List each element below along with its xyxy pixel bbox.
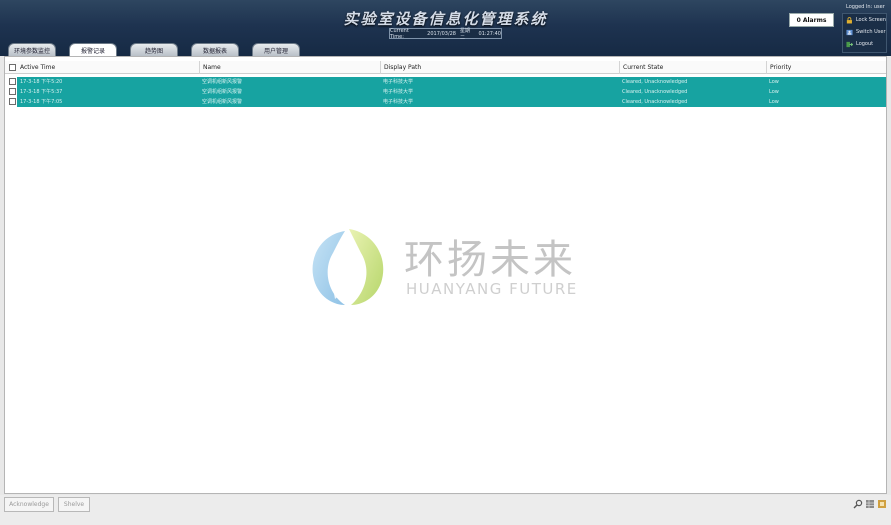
tab-trend-chart[interactable]: 趋势图 (130, 43, 178, 56)
tab-alarm-records[interactable]: 报警记录 (69, 43, 117, 57)
logout-button[interactable]: Logout (843, 38, 886, 50)
acknowledge-button[interactable]: Acknowledge (4, 497, 54, 512)
row-highlight (17, 87, 886, 97)
current-time-label: Current Time: (390, 27, 409, 40)
logged-in-user: Logged In: user (846, 4, 885, 10)
cell-name: 空调机组新风报警 (202, 79, 243, 85)
app-header: 实验室设备信息化管理系统 Current Time: 2017/03/28 星期… (0, 0, 891, 57)
lock-screen-button[interactable]: Lock Screen (843, 14, 886, 26)
table-row[interactable]: 17-3-18 下午5:37 空调机组新风报警 电子科技大学 Cleared, … (5, 87, 886, 97)
footer-toolbar: Acknowledge Shelve (0, 495, 891, 525)
cell-current-state: Cleared, Unacknowledged (622, 99, 688, 105)
user-actions-panel: Lock Screen Switch User Logout (842, 13, 887, 53)
watermark-logo-icon (312, 229, 384, 305)
cell-display-path: 电子科技大学 (383, 79, 414, 85)
switch-user-button[interactable]: Switch User (843, 26, 886, 38)
switch-user-label: Switch User (856, 29, 886, 35)
row-checkbox[interactable] (9, 78, 16, 85)
current-date: 2017/03/28 (427, 30, 456, 37)
row-highlight (17, 77, 886, 87)
tab-user-management[interactable]: 用户管理 (252, 43, 300, 56)
cell-display-path: 电子科技大学 (383, 89, 414, 95)
tab-data-report[interactable]: 数据报表 (191, 43, 239, 56)
logout-icon (846, 41, 853, 47)
watermark-english-text: HUANYANG FUTURE (406, 280, 578, 298)
row-checkbox[interactable] (9, 88, 16, 95)
column-header-active-time[interactable]: Active Time (17, 61, 199, 74)
cell-priority: Low (769, 99, 779, 105)
column-header-name[interactable]: Name (199, 61, 380, 74)
column-header-priority[interactable]: Priority (766, 61, 886, 74)
lock-screen-label: Lock Screen (855, 17, 886, 23)
column-header-display-path[interactable]: Display Path (380, 61, 619, 74)
current-clock: 01:27:40 (478, 30, 501, 37)
table-row[interactable]: 17-3-18 下午7:05 空调机组新风报警 电子科技大学 Cleared, … (5, 97, 886, 107)
cell-name: 空调机组新风报警 (202, 89, 243, 95)
lock-icon (846, 16, 852, 23)
cell-name: 空调机组新风报警 (202, 99, 243, 105)
cell-active-time: 17-3-18 下午7:05 (20, 99, 63, 105)
cell-active-time: 17-3-18 下午5:20 (20, 79, 63, 85)
switch-user-icon (846, 29, 853, 35)
table-header: Active Time Name Display Path Current St… (5, 61, 886, 74)
watermark-chinese-text: 环扬未来 (404, 237, 576, 283)
cell-display-path: 电子科技大学 (383, 99, 414, 105)
current-time-display: Current Time: 2017/03/28 星期二 01:27:40 (389, 27, 502, 41)
alarm-count-badge[interactable]: 0 Alarms (789, 13, 834, 27)
app-title: 实验室设备信息化管理系统 (343, 10, 548, 28)
export-icon[interactable] (877, 499, 887, 509)
shelve-button[interactable]: Shelve (58, 497, 90, 512)
logout-label: Logout (856, 41, 874, 47)
table-row[interactable]: 17-3-18 下午5:20 空调机组新风报警 电子科技大学 Cleared, … (5, 77, 886, 87)
row-highlight (17, 97, 886, 107)
cell-priority: Low (769, 79, 779, 85)
select-all-checkbox[interactable] (9, 64, 16, 71)
column-header-current-state[interactable]: Current State (619, 61, 766, 74)
cell-current-state: Cleared, Unacknowledged (622, 89, 688, 95)
search-icon[interactable] (853, 499, 863, 509)
cell-current-state: Cleared, Unacknowledged (622, 79, 688, 85)
cell-active-time: 17-3-18 下午5:37 (20, 89, 63, 95)
tab-environment-monitor[interactable]: 环境参数监控 (8, 43, 56, 56)
cell-priority: Low (769, 89, 779, 95)
current-weekday: 星期二 (460, 27, 471, 41)
row-checkbox[interactable] (9, 98, 16, 105)
grid-icon[interactable] (865, 499, 875, 509)
